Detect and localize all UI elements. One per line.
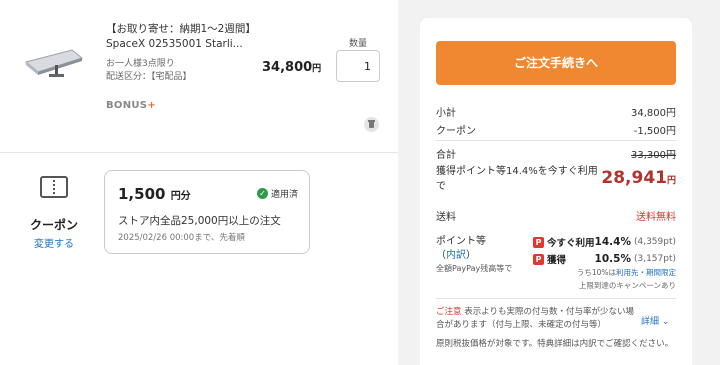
campaign-note: 上限到達のキャンペーンあり [578,281,676,290]
product-meta: お一人様3点限り 配送区分：【宅配品】 [106,58,192,84]
coupon-expiry: 2025/02/26 00:00まで、先着順 [118,233,245,243]
cart-panel: 【お取り寄せ：納期1～2週間】SpaceX 02535001 Starli...… [0,0,398,365]
product-title[interactable]: 【お取り寄せ：納期1～2週間】SpaceX 02535001 Starli... [106,22,256,52]
earn-points: P 獲得 10.5% (3,157pt) [533,252,676,266]
earn-points-text: 獲得ポイント等14.4%を今すぐ利用で [436,166,598,192]
delivery-type: 配送区分：【宅配品】 [106,72,192,82]
discounted-price: 28,941円 [601,168,676,188]
applied-badge: ✓ 適用済 [257,187,298,200]
purchase-limit: お一人様3点限り [106,59,175,69]
total-row: 合計 33,300円 [436,150,676,161]
coupon-card[interactable]: 1,500 円分 ✓ 適用済 ストア内全品25,000円以上の注文 2025/02… [104,170,310,254]
coupon-change-link[interactable]: 変更する [34,235,74,250]
paypay-points-icon: P [533,253,544,265]
quantity-label: 数量 [349,39,368,49]
product-image[interactable] [22,40,86,80]
coupon-row: クーポン -1,500円 [436,126,676,137]
coupon-amount: 1,500 円分 [118,185,191,203]
bonus-logo: BONUS+ [106,100,157,111]
product-price: 34,800円 [262,60,322,75]
paypay-points-icon: P [533,236,544,248]
order-summary: ご注文手続きへ 小計 34,800円 クーポン -1,500円 合計 33,300円 … [420,18,692,365]
now-use-points: P 今すぐ利用 14.4% (4,359pt) [533,235,676,249]
caution-text: ご注意 表示よりも実際の付与数・付与率が少ない場合があります（付与上限、未確定の… [436,307,635,330]
order-button[interactable]: ご注文手続きへ [436,41,676,85]
divider [436,298,676,299]
shipping-row: 送料 送料無料 [436,212,676,223]
breakdown-link[interactable]: 内訳 [446,250,466,261]
points-label: ポイント等 （内訳） [436,236,486,261]
footer-note: 原則税抜価格が対象です。特典詳細は内訳でご確認ください。 [436,339,674,349]
divider [0,152,398,153]
coupon-label: クーポン [30,218,79,232]
limited-points-link[interactable]: 利用先・期間限定 [616,268,676,277]
divider [436,140,676,141]
points-subtext: 全額PayPay残高等で [436,264,513,273]
trash-icon[interactable] [364,117,379,132]
coupon-icon [40,176,68,198]
check-icon: ✓ [257,188,268,199]
coupon-condition: ストア内全品25,000円以上の注文 [118,215,281,227]
points-note: うち10%は利用先・期間限定 [576,268,676,277]
detail-link[interactable]: 詳細 ⌄ [641,314,669,327]
quantity-input[interactable]: 1 [336,50,380,82]
subtotal-row: 小計 34,800円 [436,108,676,119]
chevron-down-icon: ⌄ [661,317,670,327]
